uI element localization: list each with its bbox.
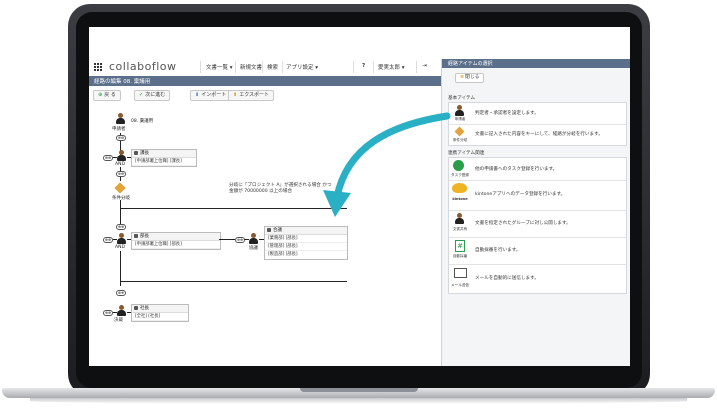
drag-arrow-icon: [323, 112, 451, 217]
screen: collaboflow 文書一覧 ▾ 新規文書 検索 アプリ設定 ▾ ? 愛実太…: [89, 27, 630, 366]
laptop-shadow: [30, 398, 687, 404]
laptop-notch: [300, 388, 418, 392]
